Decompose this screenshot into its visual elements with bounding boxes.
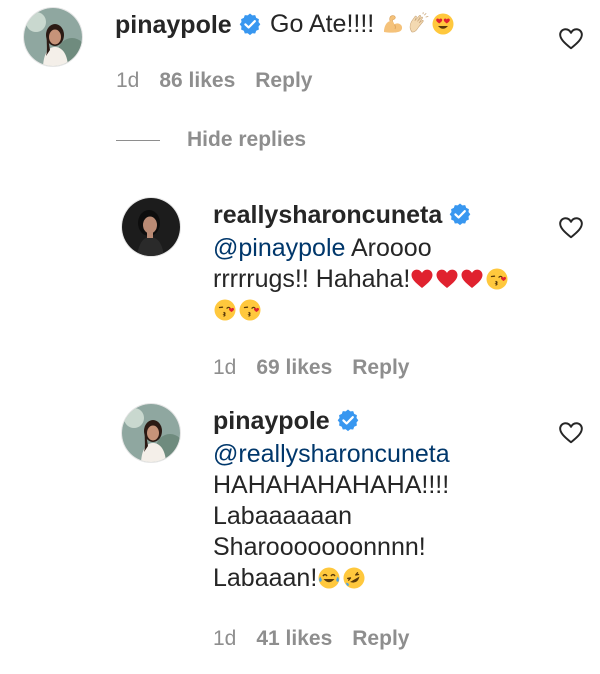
like-heart-icon[interactable]: [558, 215, 584, 241]
likes-count[interactable]: 41 likes: [256, 627, 332, 650]
tears-of-joy-face-icon: [317, 566, 341, 590]
reply-line-4: Sharooooooonnnn!: [213, 533, 426, 561]
reply-time: 1d: [213, 627, 237, 650]
comment-meta: 1d 86 likes Reply: [116, 69, 332, 93]
verified-badge-icon: [336, 408, 360, 432]
reply-text: @pinaypole Aroooo rrrrrugs!! Hahaha!: [213, 233, 543, 326]
reply-line-3: Labaaaaaan: [213, 502, 353, 530]
like-heart-icon[interactable]: [558, 26, 584, 52]
reply-time: 1d: [213, 356, 237, 379]
username-link[interactable]: reallysharoncuneta: [213, 201, 442, 229]
reply-line-2: HAHAHAHAHAHA!!!!: [213, 471, 450, 499]
avatar-pinaypole[interactable]: [122, 404, 180, 462]
flexed-biceps-icon: [381, 12, 405, 36]
likes-count[interactable]: 69 likes: [256, 356, 332, 379]
verified-badge-icon: [448, 202, 472, 226]
reply-body: Labaaan!: [213, 564, 318, 592]
avatar-pinaypole[interactable]: [24, 8, 82, 66]
mention-link[interactable]: @reallysharoncuneta: [213, 440, 450, 468]
like-heart-icon[interactable]: [558, 420, 584, 446]
mention-link[interactable]: @pinaypole: [213, 234, 345, 262]
reply-line-5: Labaaan!: [213, 563, 543, 594]
reply-meta: 1d 41 likes Reply: [213, 627, 429, 651]
red-heart-icon: [460, 267, 484, 291]
hide-replies-button[interactable]: Hide replies: [116, 128, 306, 152]
reply-text: @reallysharoncuneta HAHAHAHAHAHA!!!! Lab…: [213, 439, 543, 594]
reply-body: rrrrrugs!! Hahaha!: [213, 265, 411, 293]
red-heart-icon: [410, 267, 434, 291]
comment-body: Go Ate!!!!: [270, 10, 375, 38]
comment-username[interactable]: pinaypole: [115, 11, 262, 40]
reply-button[interactable]: Reply: [255, 69, 312, 92]
reply-line-2: rrrrrugs!! Hahaha!: [213, 264, 543, 295]
reply-meta: 1d 69 likes Reply: [213, 356, 429, 380]
avatar-reallysharoncuneta[interactable]: [122, 198, 180, 256]
hide-replies-label[interactable]: Hide replies: [187, 128, 306, 152]
clapping-hands-icon: [406, 12, 430, 36]
username-link[interactable]: pinaypole: [115, 11, 232, 39]
reply-username[interactable]: pinaypole: [213, 407, 360, 436]
reply-body: Aroooo: [345, 234, 432, 262]
reply-username[interactable]: reallysharoncuneta: [213, 201, 472, 230]
kissing-face-icon: [213, 298, 237, 322]
reply-line-1: @reallysharoncuneta: [213, 439, 543, 470]
reply-button[interactable]: Reply: [352, 627, 409, 650]
hide-replies-divider: [116, 139, 160, 141]
likes-count[interactable]: 86 likes: [159, 69, 235, 92]
comment-time: 1d: [116, 69, 140, 92]
reply-line-3: [213, 295, 543, 326]
red-heart-icon: [435, 267, 459, 291]
reply-line-1: @pinaypole Aroooo: [213, 233, 543, 264]
reply-button[interactable]: Reply: [352, 356, 409, 379]
verified-badge-icon: [238, 12, 262, 36]
kissing-face-icon: [238, 298, 262, 322]
comment-text: Go Ate!!!!: [270, 9, 456, 40]
kissing-face-icon: [485, 267, 509, 291]
username-link[interactable]: pinaypole: [213, 407, 330, 435]
rolling-laughing-face-icon: [342, 566, 366, 590]
heart-eyes-face-icon: [431, 12, 455, 36]
